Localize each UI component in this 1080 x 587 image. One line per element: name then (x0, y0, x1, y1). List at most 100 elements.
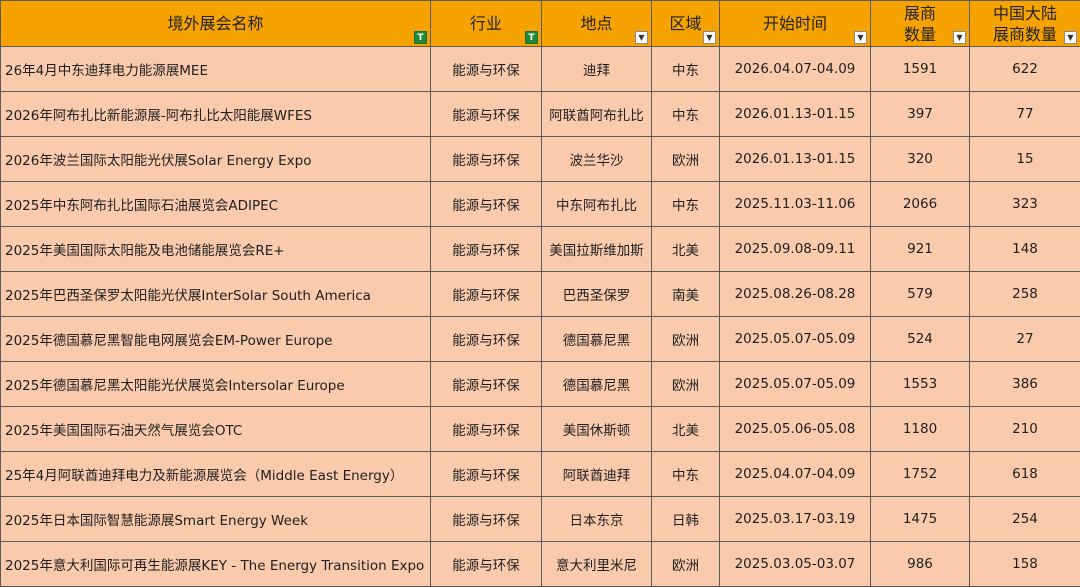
table-row: 2026年波兰国际太阳能光伏展Solar Energy Expo能源与环保波兰华… (1, 137, 1080, 182)
table-row: 2025年德国慕尼黑智能电网展览会EM-Power Europe能源与环保德国慕… (1, 317, 1080, 362)
cell-region[interactable]: 中东 (652, 182, 720, 227)
filter-active-icon[interactable]: T (525, 31, 538, 44)
cell-date[interactable]: 2025.08.26-08.28 (720, 272, 871, 317)
cell-date[interactable]: 2025.03.05-03.07 (720, 542, 871, 587)
cell-industry[interactable]: 能源与环保 (431, 317, 542, 362)
dropdown-arrow-icon[interactable]: ▼ (635, 31, 648, 44)
dropdown-arrow-icon[interactable]: ▼ (854, 31, 867, 44)
cell-name[interactable]: 2025年德国慕尼黑智能电网展览会EM-Power Europe (1, 317, 431, 362)
cell-date[interactable]: 2025.03.17-03.19 (720, 497, 871, 542)
cell-location[interactable]: 美国拉斯维加斯 (542, 227, 652, 272)
cell-location[interactable]: 阿联酋阿布扎比 (542, 92, 652, 137)
cell-location[interactable]: 德国慕尼黑 (542, 362, 652, 407)
cell-date[interactable]: 2025.04.07-04.09 (720, 452, 871, 497)
cell-industry[interactable]: 能源与环保 (431, 542, 542, 587)
cell-date[interactable]: 2025.05.07-05.09 (720, 362, 871, 407)
header-label: 开始时间 (763, 13, 827, 34)
cell-china-exhibitors[interactable]: 323 (970, 182, 1080, 227)
cell-name[interactable]: 2026年波兰国际太阳能光伏展Solar Energy Expo (1, 137, 431, 182)
cell-exhibitors[interactable]: 1752 (871, 452, 970, 497)
header-label: 地点 (580, 13, 612, 34)
cell-region[interactable]: 日韩 (652, 497, 720, 542)
cell-date[interactable]: 2025.11.03-11.06 (720, 182, 871, 227)
cell-exhibitors[interactable]: 397 (871, 92, 970, 137)
cell-exhibitors[interactable]: 1591 (871, 47, 970, 92)
cell-industry[interactable]: 能源与环保 (431, 47, 542, 92)
cell-china-exhibitors[interactable]: 148 (970, 227, 1080, 272)
cell-name[interactable]: 2025年美国国际太阳能及电池储能展览会RE+ (1, 227, 431, 272)
cell-exhibitors[interactable]: 2066 (871, 182, 970, 227)
cell-region[interactable]: 中东 (652, 452, 720, 497)
cell-location[interactable]: 德国慕尼黑 (542, 317, 652, 362)
cell-location[interactable]: 阿联酋迪拜 (542, 452, 652, 497)
cell-industry[interactable]: 能源与环保 (431, 497, 542, 542)
cell-name[interactable]: 2026年阿布扎比新能源展-阿布扎比太阳能展WFES (1, 92, 431, 137)
cell-industry[interactable]: 能源与环保 (431, 92, 542, 137)
cell-china-exhibitors[interactable]: 258 (970, 272, 1080, 317)
cell-exhibitors[interactable]: 579 (871, 272, 970, 317)
cell-china-exhibitors[interactable]: 158 (970, 542, 1080, 587)
cell-exhibitors[interactable]: 1553 (871, 362, 970, 407)
cell-name[interactable]: 2025年美国国际石油天然气展览会OTC (1, 407, 431, 452)
cell-date[interactable]: 2026.04.07-04.09 (720, 47, 871, 92)
cell-region[interactable]: 欧洲 (652, 362, 720, 407)
cell-location[interactable]: 日本东京 (542, 497, 652, 542)
cell-name[interactable]: 2025年德国慕尼黑太阳能光伏展览会Intersolar Europe (1, 362, 431, 407)
cell-industry[interactable]: 能源与环保 (431, 362, 542, 407)
cell-region[interactable]: 欧洲 (652, 542, 720, 587)
cell-china-exhibitors[interactable]: 210 (970, 407, 1080, 452)
cell-china-exhibitors[interactable]: 618 (970, 452, 1080, 497)
cell-location[interactable]: 意大利里米尼 (542, 542, 652, 587)
cell-region[interactable]: 北美 (652, 227, 720, 272)
cell-industry[interactable]: 能源与环保 (431, 182, 542, 227)
cell-region[interactable]: 欧洲 (652, 137, 720, 182)
cell-exhibitors[interactable]: 320 (871, 137, 970, 182)
cell-china-exhibitors[interactable]: 15 (970, 137, 1080, 182)
cell-name[interactable]: 2025年巴西圣保罗太阳能光伏展InterSolar South America (1, 272, 431, 317)
cell-location[interactable]: 中东阿布扎比 (542, 182, 652, 227)
cell-region[interactable]: 欧洲 (652, 317, 720, 362)
cell-industry[interactable]: 能源与环保 (431, 272, 542, 317)
cell-region[interactable]: 中东 (652, 92, 720, 137)
cell-china-exhibitors[interactable]: 27 (970, 317, 1080, 362)
cell-china-exhibitors[interactable]: 622 (970, 47, 1080, 92)
cell-china-exhibitors[interactable]: 386 (970, 362, 1080, 407)
cell-industry[interactable]: 能源与环保 (431, 407, 542, 452)
table-row: 26年4月中东迪拜电力能源展MEE能源与环保迪拜中东2026.04.07-04.… (1, 47, 1080, 92)
dropdown-arrow-icon[interactable]: ▼ (703, 31, 716, 44)
cell-industry[interactable]: 能源与环保 (431, 227, 542, 272)
dropdown-arrow-icon[interactable]: ▼ (1064, 31, 1077, 44)
table-row: 25年4月阿联酋迪拜电力及新能源展览会（Middle East Energy）能… (1, 452, 1080, 497)
cell-china-exhibitors[interactable]: 77 (970, 92, 1080, 137)
header-label: 中国大陆展商数量 (993, 3, 1057, 45)
cell-region[interactable]: 中东 (652, 47, 720, 92)
cell-industry[interactable]: 能源与环保 (431, 137, 542, 182)
cell-location[interactable]: 波兰华沙 (542, 137, 652, 182)
cell-date[interactable]: 2026.01.13-01.15 (720, 92, 871, 137)
cell-name[interactable]: 26年4月中东迪拜电力能源展MEE (1, 47, 431, 92)
cell-location[interactable]: 迪拜 (542, 47, 652, 92)
cell-exhibitors[interactable]: 986 (871, 542, 970, 587)
cell-date[interactable]: 2025.09.08-09.11 (720, 227, 871, 272)
cell-exhibitors[interactable]: 1180 (871, 407, 970, 452)
cell-region[interactable]: 北美 (652, 407, 720, 452)
cell-name[interactable]: 2025年日本国际智慧能源展Smart Energy Week (1, 497, 431, 542)
dropdown-arrow-icon[interactable]: ▼ (953, 31, 966, 44)
spreadsheet: 境外展会名称 T 行业 T 地点 ▼ 区域 ▼ 开始时间 ▼ (0, 0, 1080, 584)
cell-name[interactable]: 2025年意大利国际可再生能源展KEY - The Energy Transit… (1, 542, 431, 587)
cell-date[interactable]: 2025.05.06-05.08 (720, 407, 871, 452)
cell-industry[interactable]: 能源与环保 (431, 452, 542, 497)
cell-exhibitors[interactable]: 524 (871, 317, 970, 362)
filter-active-icon[interactable]: T (414, 31, 427, 44)
cell-location[interactable]: 美国休斯顿 (542, 407, 652, 452)
header-row: 境外展会名称 T 行业 T 地点 ▼ 区域 ▼ 开始时间 ▼ (1, 1, 1080, 47)
cell-date[interactable]: 2025.05.07-05.09 (720, 317, 871, 362)
cell-exhibitors[interactable]: 921 (871, 227, 970, 272)
cell-exhibitors[interactable]: 1475 (871, 497, 970, 542)
cell-date[interactable]: 2026.01.13-01.15 (720, 137, 871, 182)
cell-china-exhibitors[interactable]: 254 (970, 497, 1080, 542)
cell-region[interactable]: 南美 (652, 272, 720, 317)
cell-name[interactable]: 2025年中东阿布扎比国际石油展览会ADIPEC (1, 182, 431, 227)
cell-name[interactable]: 25年4月阿联酋迪拜电力及新能源展览会（Middle East Energy） (1, 452, 431, 497)
cell-location[interactable]: 巴西圣保罗 (542, 272, 652, 317)
